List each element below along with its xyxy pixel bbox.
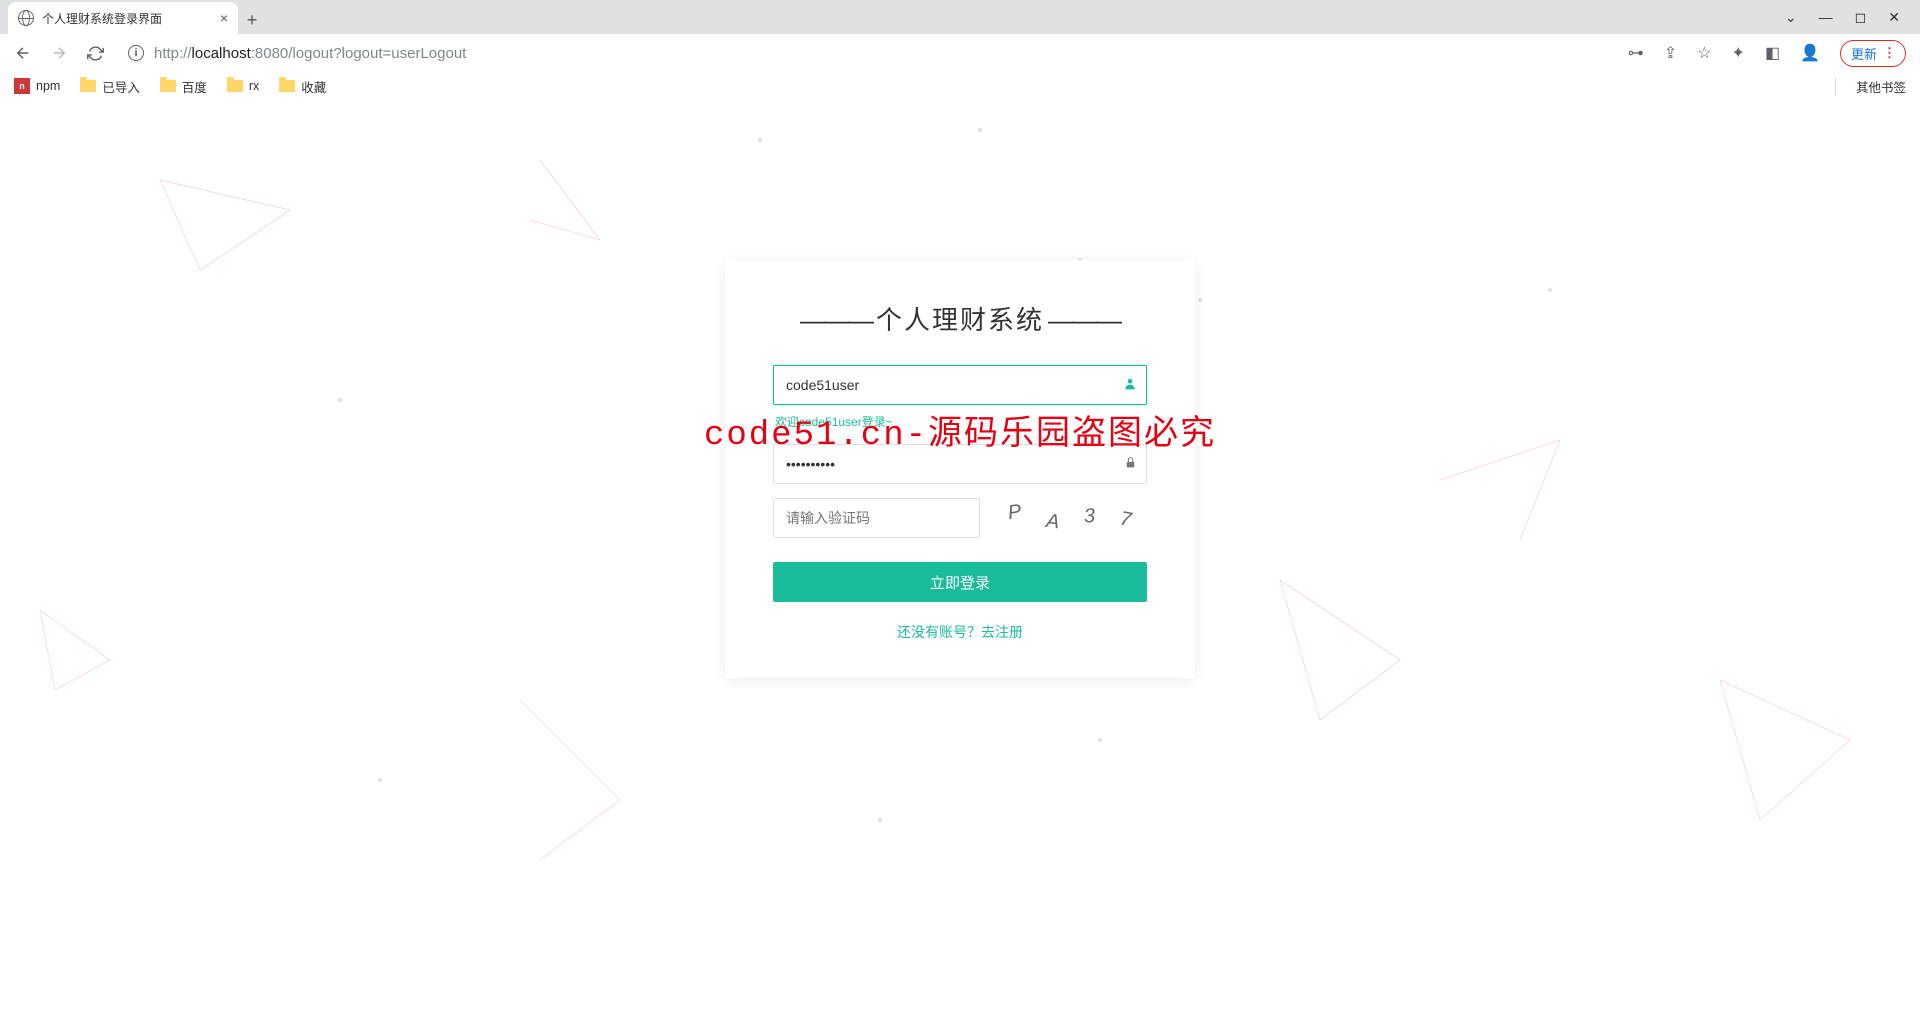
- reload-button[interactable]: [86, 44, 104, 62]
- page-content: 个人理财系统 欢迎code51user登录~ PA37 立即登录 还没有账号？去…: [0, 100, 1920, 1030]
- address-bar[interactable]: i http://localhost:8080/logout?logout=us…: [122, 45, 1610, 62]
- npm-icon: n: [14, 78, 30, 94]
- password-field: [773, 444, 1147, 484]
- site-info-icon[interactable]: i: [128, 45, 144, 61]
- close-tab-icon[interactable]: ×: [220, 10, 228, 26]
- captcha-input[interactable]: [773, 498, 980, 538]
- captcha-row: PA37: [773, 498, 1147, 538]
- register-link[interactable]: 还没有账号？去注册: [773, 622, 1147, 642]
- folder-icon: [80, 80, 96, 92]
- forward-button[interactable]: [50, 44, 68, 62]
- tab-search-icon[interactable]: ⌄: [1785, 9, 1797, 26]
- share-icon[interactable]: ⇪: [1664, 43, 1677, 63]
- update-button[interactable]: 更新⋮: [1840, 40, 1906, 67]
- globe-icon: [18, 10, 34, 26]
- browser-chrome: 个人理财系统登录界面 × + ⌄ — ◻ ✕ i http://localhos…: [0, 0, 1920, 100]
- user-icon: [1123, 377, 1137, 394]
- password-input[interactable]: [773, 444, 1147, 484]
- toolbar: i http://localhost:8080/logout?logout=us…: [0, 34, 1920, 72]
- username-hint: 欢迎code51user登录~: [775, 413, 1147, 430]
- bookmark-rx[interactable]: rx: [227, 79, 259, 93]
- tab-strip: 个人理财系统登录界面 × + ⌄ — ◻ ✕: [0, 0, 1920, 34]
- login-card: 个人理财系统 欢迎code51user登录~ PA37 立即登录 还没有账号？去…: [725, 260, 1195, 678]
- username-input[interactable]: [773, 365, 1147, 405]
- login-title: 个人理财系统: [773, 300, 1147, 337]
- tab-title: 个人理财系统登录界面: [42, 10, 162, 27]
- bookmark-star-icon[interactable]: ☆: [1697, 43, 1711, 63]
- close-window-icon[interactable]: ✕: [1888, 9, 1900, 26]
- bookmark-other[interactable]: 其他书签: [1835, 77, 1906, 96]
- bookmark-imported[interactable]: 已导入: [80, 77, 140, 96]
- login-button[interactable]: 立即登录: [773, 562, 1147, 602]
- folder-icon: [279, 80, 295, 92]
- profile-avatar-icon[interactable]: 👤: [1800, 43, 1820, 63]
- maximize-icon[interactable]: ◻: [1855, 9, 1867, 26]
- browser-tab[interactable]: 个人理财系统登录界面 ×: [8, 2, 238, 34]
- extensions-icon[interactable]: ✦: [1732, 43, 1745, 63]
- url-text: http://localhost:8080/logout?logout=user…: [154, 45, 466, 62]
- captcha-image[interactable]: PA37: [998, 498, 1147, 538]
- new-tab-button[interactable]: +: [238, 6, 266, 34]
- bookmark-npm[interactable]: nnpm: [14, 78, 60, 94]
- window-controls: ⌄ — ◻ ✕: [1765, 0, 1920, 34]
- side-panel-icon[interactable]: ◧: [1765, 43, 1780, 63]
- minimize-icon[interactable]: —: [1819, 9, 1833, 25]
- username-field: [773, 365, 1147, 405]
- bookmark-bar: nnpm 已导入 百度 rx 收藏 其他书签: [0, 72, 1920, 100]
- password-key-icon[interactable]: ⊶: [1628, 43, 1644, 63]
- folder-icon: [227, 80, 243, 92]
- toolbar-right: ⊶ ⇪ ☆ ✦ ◧ 👤 更新⋮: [1628, 40, 1906, 67]
- bookmark-favorites[interactable]: 收藏: [279, 77, 326, 96]
- lock-icon: [1124, 456, 1137, 472]
- back-button[interactable]: [14, 44, 32, 62]
- bookmark-baidu[interactable]: 百度: [160, 77, 207, 96]
- folder-icon: [160, 80, 176, 92]
